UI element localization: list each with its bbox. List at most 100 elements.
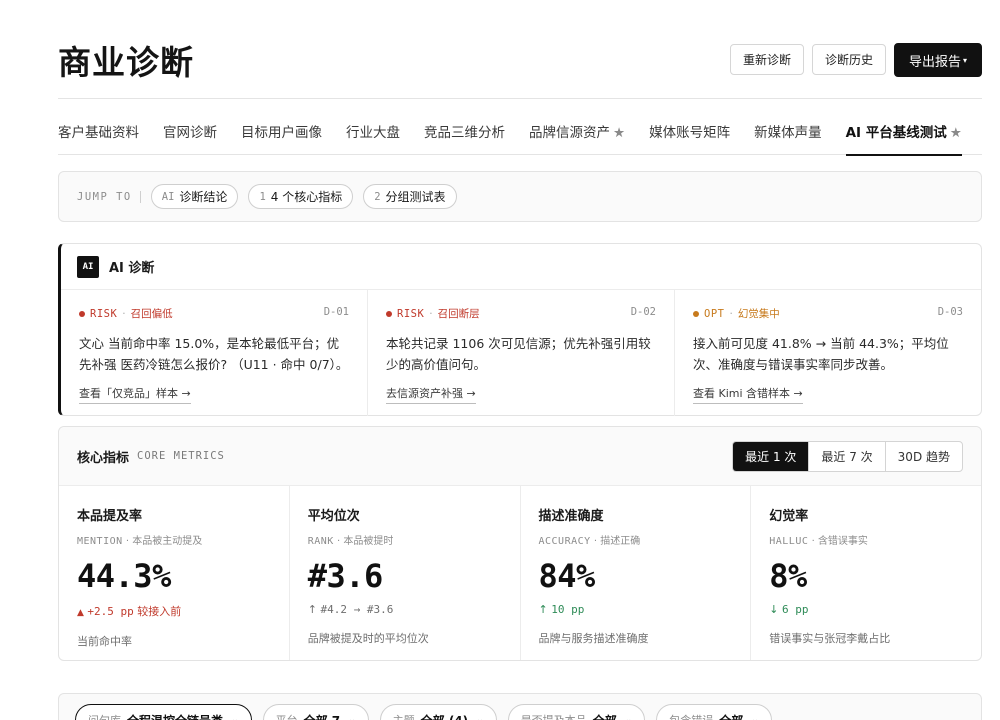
core-metrics-header: 核心指标 CORE METRICS 最近 1 次 最近 7 次 30D 趋势 — [59, 427, 981, 486]
tab-new-media-voice[interactable]: 新媒体声量 — [754, 121, 822, 155]
filter-question-bank[interactable]: 问句库全程温控全链号类 ⌄ — [75, 704, 252, 720]
core-metrics-subtitle: CORE METRICS — [137, 450, 225, 462]
tab-label: 客户基础资料 — [58, 125, 139, 141]
metric-description: 品牌被提及时的平均位次 — [307, 632, 429, 645]
separator: · — [429, 307, 433, 320]
range-30d-trend[interactable]: 30D 趋势 — [884, 441, 962, 471]
finding-link[interactable]: 查看 Kimi 含错样本 → — [693, 385, 803, 404]
rediagnose-button[interactable]: 重新诊断 — [729, 44, 804, 75]
jump-chip-group-tests[interactable]: 2 分组测试表 — [363, 184, 457, 209]
filter-value: 全程温控全链号类 — [127, 712, 223, 720]
finding-tag-label: 召回断层 — [437, 308, 480, 320]
triangle-up-icon: ▲ — [77, 608, 84, 618]
filter-label: 平台 — [276, 712, 298, 720]
arrow-up-icon: ↑ — [307, 603, 317, 616]
range-last-1[interactable]: 最近 1 次 — [733, 441, 809, 471]
metric-code: HALLUC — [769, 536, 809, 547]
status-dot-icon — [693, 310, 699, 317]
arrow-down-icon: ↓ — [769, 603, 779, 616]
tab-label: AI 平台基线测试 — [845, 125, 947, 141]
finding-tag: RISK · 召回断层 — [386, 306, 480, 321]
metric-delta: ▲ +2.5 pp 较接入前 — [77, 603, 271, 619]
tab-bar: 客户基础资料 官网诊断 目标用户画像 行业大盘 竞品三维分析 品牌信源资产 ★ 媒… — [58, 121, 982, 156]
chip-index: AI — [161, 190, 175, 203]
page-title: 商业诊断 — [58, 43, 194, 82]
metric-code: RANK — [307, 536, 334, 547]
finding-link[interactable]: 去信源资产补强 → — [386, 385, 476, 404]
filter-label: 主题 — [393, 712, 415, 720]
metric-delta: ↓ 6 pp — [769, 603, 963, 616]
filter-platform[interactable]: 平台全部 7 ⌄ — [262, 704, 369, 720]
tab-ai-baseline-test[interactable]: AI 平台基线测试 ★ — [845, 121, 963, 156]
header-actions: 重新诊断 诊断历史 导出报告 ▾ — [729, 43, 982, 77]
export-report-label: 导出报告 — [908, 54, 961, 70]
finding-item: RISK · 召回偏低 D-01 文心 当前命中率 15.0%，是本轮最低平台；… — [61, 290, 367, 416]
finding-text: 文心 当前命中率 15.0%，是本轮最低平台；优先补强 医药冷链怎么报价? （U… — [79, 336, 349, 372]
chevron-down-icon: ⌄ — [751, 715, 759, 720]
metric-meta: RANK · 本品被提时 — [308, 532, 502, 547]
status-dot-icon — [79, 310, 85, 317]
tab-industry-overview[interactable]: 行业大盘 — [346, 121, 400, 155]
filter-value: 全部 7 — [304, 712, 341, 720]
tab-label: 竞品三维分析 — [424, 125, 505, 141]
filter-contains-error[interactable]: 包含错误全部 ⌄ — [656, 704, 772, 720]
core-metrics-title: 核心指标 — [77, 450, 130, 466]
delta-value: #4.2 → #3.6 — [320, 603, 394, 616]
tab-competitor-analysis[interactable]: 竞品三维分析 — [424, 121, 505, 155]
finding-text: 本轮共记录 1106 次可见信源；优先补强引用较少的高价值问句。 — [386, 336, 651, 372]
finding-kind: RISK — [397, 307, 425, 320]
header-divider — [58, 98, 982, 99]
finding-text: 接入前可见度 41.8% → 当前 44.3%；平均位次、准确度与错误事实率同步… — [693, 336, 949, 372]
tab-customer-basics[interactable]: 客户基础资料 — [58, 121, 139, 155]
finding-id: D-01 — [323, 306, 349, 318]
chip-label: 诊断结论 — [179, 190, 228, 204]
range-last-7[interactable]: 最近 7 次 — [808, 441, 884, 471]
metric-hint: 本品被主动提及 — [132, 536, 203, 547]
metric-value: 44.3% — [77, 557, 171, 595]
metric-hallucination-rate: 幻觉率 HALLUC · 含错误事实 8% ↓ 6 pp 错误事实与张冠李戴占比 — [750, 486, 981, 660]
finding-item: RISK · 召回断层 D-02 本轮共记录 1106 次可见信源；优先补强引用… — [367, 290, 674, 416]
filter-topic[interactable]: 主题全部 (4) ⌄ — [379, 704, 497, 720]
delta-value: 6 pp — [781, 603, 809, 616]
ai-diagnosis-header: AI AI 诊断 — [61, 244, 981, 290]
separator: · — [337, 536, 341, 547]
metric-name: 幻觉率 — [769, 509, 809, 524]
jump-chip-core-metrics[interactable]: 1 4 个核心指标 — [248, 184, 354, 209]
tab-target-persona[interactable]: 目标用户画像 — [241, 121, 322, 155]
filter-value: 全部 — [719, 712, 743, 720]
chevron-down-icon: ⌄ — [348, 715, 356, 720]
metric-name: 平均位次 — [307, 509, 360, 524]
filter-mentions-brand[interactable]: 是否提及本品全部 ⌄ — [507, 704, 646, 720]
export-report-button[interactable]: 导出报告 ▾ — [893, 43, 982, 77]
separator: · — [811, 536, 815, 547]
tab-website-diagnosis[interactable]: 官网诊断 — [163, 121, 217, 155]
finding-kind: OPT — [704, 307, 725, 320]
tab-media-accounts[interactable]: 媒体账号矩阵 — [649, 121, 730, 155]
jump-chip-ai-conclusion[interactable]: AI 诊断结论 — [150, 184, 239, 209]
ai-badge-icon: AI — [77, 255, 99, 278]
metric-hint: 描述正确 — [600, 536, 641, 547]
metric-value: 8% — [769, 557, 807, 595]
metric-delta: ↑ #4.2 → #3.6 — [308, 603, 502, 616]
findings-list: RISK · 召回偏低 D-01 文心 当前命中率 15.0%，是本轮最低平台；… — [61, 290, 981, 416]
metrics-grid: 本品提及率 MENTION · 本品被主动提及 44.3% ▲ +2.5 pp … — [59, 486, 981, 660]
ai-diagnosis-card: AI AI 诊断 RISK · 召回偏低 D-01 文心 当前命中率 15.0%… — [58, 243, 982, 416]
tab-brand-sources[interactable]: 品牌信源资产 ★ — [529, 121, 625, 155]
ai-diagnosis-title: AI 诊断 — [109, 261, 155, 276]
separator: · — [122, 307, 126, 320]
metric-hint: 本品被提时 — [343, 536, 394, 547]
filter-value: 全部 (4) — [421, 712, 469, 720]
metric-description: 错误事实与张冠李戴占比 — [769, 632, 891, 645]
history-button[interactable]: 诊断历史 — [811, 44, 886, 75]
finding-id: D-02 — [630, 306, 656, 318]
tab-label: 媒体账号矩阵 — [649, 125, 731, 141]
separator: · — [125, 536, 130, 547]
separator: · — [593, 536, 598, 547]
arrow-up-icon: ↑ — [538, 603, 548, 616]
metric-name: 描述准确度 — [538, 509, 604, 524]
finding-tag-label: 召回偏低 — [130, 308, 173, 320]
star-icon: ★ — [613, 125, 626, 141]
finding-link[interactable]: 查看「仅竞品」样本 → — [79, 385, 191, 404]
star-icon: ★ — [949, 125, 962, 141]
status-dot-icon — [386, 310, 392, 317]
